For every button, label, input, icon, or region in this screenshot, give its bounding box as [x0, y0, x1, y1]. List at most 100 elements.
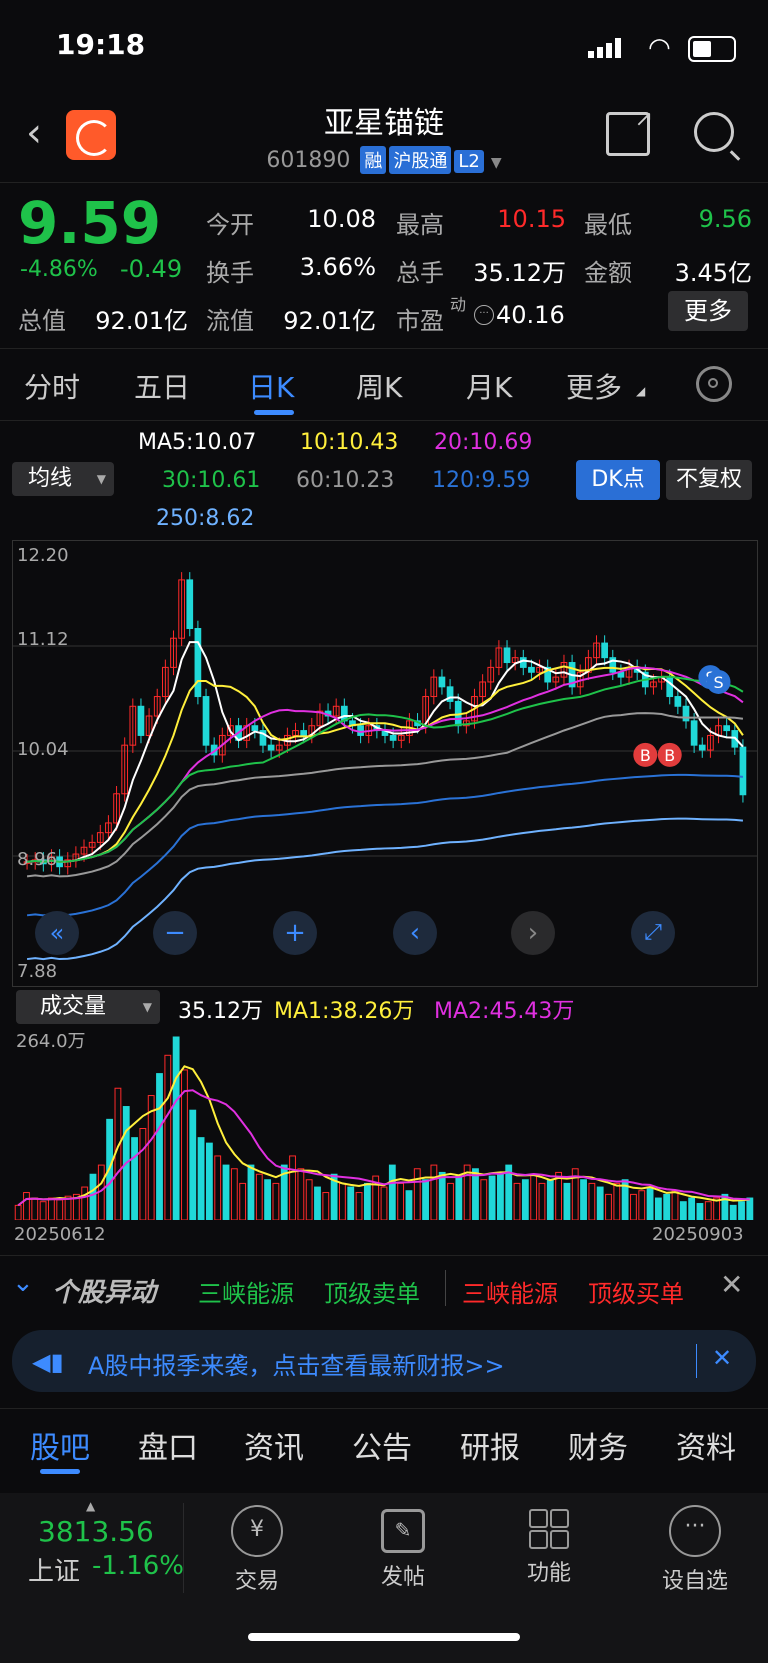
candle	[503, 647, 511, 664]
pe-value: 40.16	[496, 301, 565, 329]
ticker-item-2[interactable]: 顶级卖单	[324, 1274, 420, 1309]
pe-superscript: 动	[450, 295, 467, 314]
ticker-divider	[445, 1270, 446, 1306]
tab-underline	[254, 410, 294, 415]
candle	[519, 657, 527, 668]
y-tick-top: 12.20	[17, 545, 69, 566]
volume-bar	[380, 1186, 388, 1221]
ticker-item-4[interactable]: 顶级买单	[588, 1274, 684, 1309]
low-label: 最低	[584, 211, 632, 239]
pe-label: 市盈	[396, 307, 444, 335]
collapse-chevron-icon[interactable]: ⌄	[12, 1268, 34, 1298]
zoom-in-icon[interactable]: +	[273, 911, 317, 955]
banner-close-icon[interactable]: ✕	[712, 1344, 732, 1372]
report-banner[interactable]: ◀▮ A股中报季来袭，点击查看最新财报>> ✕	[12, 1330, 756, 1392]
volume-bar	[413, 1168, 421, 1221]
tab-monthly-k[interactable]: 月K	[466, 366, 512, 406]
y-tick-bottom: 7.88	[17, 961, 58, 982]
volume-bar	[205, 1142, 213, 1221]
share-icon[interactable]: ↗	[606, 107, 653, 156]
y-tick-4: 8.96	[17, 849, 58, 870]
tab-orderbook[interactable]: 盘口	[138, 1423, 198, 1467]
volume-bar	[563, 1182, 571, 1221]
pan-left-icon[interactable]: ‹	[393, 911, 437, 955]
battery-icon	[688, 36, 736, 62]
candle	[389, 734, 397, 741]
candle	[739, 746, 747, 796]
ticker-item-3[interactable]: 三峡能源	[462, 1274, 558, 1309]
caret-icon: ◢	[636, 384, 646, 398]
turnover-value: 3.66%	[299, 253, 376, 281]
trade-yen-icon: ¥	[231, 1505, 283, 1557]
tab-financials[interactable]: 财务	[568, 1423, 628, 1467]
pan-right-icon[interactable]: ›	[511, 911, 555, 955]
x-end-date: 20250903	[652, 1224, 744, 1245]
volume-bar	[355, 1192, 363, 1221]
ticker-item-1[interactable]: 三峡能源	[198, 1274, 294, 1309]
volume-bar	[530, 1173, 538, 1221]
tag-margin: 融	[360, 146, 387, 174]
indicator-dropdown[interactable]: 成交量 ▼	[16, 990, 160, 1024]
zoom-out-icon[interactable]: −	[153, 911, 197, 955]
candle	[194, 628, 202, 698]
last-price: 9.59	[18, 189, 162, 257]
search-icon[interactable]	[694, 112, 741, 161]
volume-bar	[272, 1182, 280, 1221]
info-icon[interactable]: ···	[474, 305, 494, 325]
dk-point-button[interactable]: DK点	[576, 460, 660, 500]
edit-post-icon: ✎	[381, 1509, 425, 1553]
tab-announcements[interactable]: 公告	[352, 1423, 412, 1467]
status-time: 19:18	[56, 28, 146, 61]
close-icon[interactable]: ✕	[720, 1268, 743, 1301]
grid-icon	[529, 1509, 569, 1549]
tab-news[interactable]: 资讯	[244, 1423, 304, 1467]
candle	[267, 744, 275, 751]
nav-functions[interactable]: 功能	[494, 1505, 604, 1587]
float-value: 92.01亿	[283, 307, 376, 335]
tab-profile[interactable]: 资料	[676, 1423, 736, 1467]
tab-forum[interactable]: 股吧	[30, 1423, 90, 1467]
caret-up-icon: ▲	[86, 1499, 96, 1513]
tab-fiveday[interactable]: 五日	[134, 366, 190, 406]
fullscreen-icon[interactable]: ⤢	[631, 911, 675, 955]
chevron-down-icon: ▼	[96, 472, 106, 486]
ma-dropdown[interactable]: 均线 ▼	[12, 462, 114, 496]
nav-add-watchlist[interactable]: ··· 设自选	[640, 1505, 750, 1595]
nav-post[interactable]: ✎ 发帖	[348, 1505, 458, 1591]
nav-trade[interactable]: ¥ 交易	[202, 1505, 312, 1595]
volume-bar	[255, 1173, 263, 1221]
ma20-value: 20:10.69	[434, 430, 533, 455]
ma10-line	[26, 665, 744, 863]
stock-subline[interactable]: 601890 融沪股通 L2 ▼	[0, 146, 768, 174]
volume-bar	[646, 1186, 654, 1221]
candle	[137, 705, 145, 736]
candle	[202, 696, 210, 746]
volume-ma2: MA2:45.43万	[434, 999, 575, 1024]
volume-bar	[654, 1197, 662, 1221]
index-value[interactable]: 3813.56	[38, 1515, 154, 1548]
pct-change: -4.86%	[20, 257, 98, 282]
float-label: 流值	[206, 307, 254, 335]
tab-more[interactable]: 更多	[566, 366, 622, 406]
tab-daily-k[interactable]: 日K	[248, 366, 294, 406]
turnover-label: 换手	[206, 259, 254, 287]
section-tab-underline	[40, 1469, 80, 1474]
settings-gear-icon[interactable]	[696, 366, 732, 402]
price-change: -0.49	[120, 255, 183, 283]
rewind-icon[interactable]: «	[35, 911, 79, 955]
tab-intraday[interactable]: 分时	[24, 366, 80, 406]
high-label: 最高	[396, 211, 444, 239]
volume-bar	[746, 1197, 754, 1221]
section-tabs: 股吧 盘口 资讯 公告 研报 财务 资料	[0, 1408, 768, 1481]
more-button[interactable]: 更多	[668, 291, 748, 331]
amount-label: 金额	[584, 259, 632, 287]
volume-bar	[164, 1054, 172, 1221]
kline-chart[interactable]: BBSS 12.20 11.12 10.04 8.96 7.88 « − + ‹…	[12, 540, 758, 987]
volume-chart[interactable]: 264.0万	[12, 1025, 756, 1221]
volume-bar	[496, 1171, 504, 1221]
open-label: 今开	[206, 211, 254, 239]
x-start-date: 20250612	[14, 1224, 106, 1245]
tab-research[interactable]: 研报	[460, 1423, 520, 1467]
no-adjust-button[interactable]: 不复权	[666, 460, 752, 500]
tab-weekly-k[interactable]: 周K	[356, 366, 402, 406]
